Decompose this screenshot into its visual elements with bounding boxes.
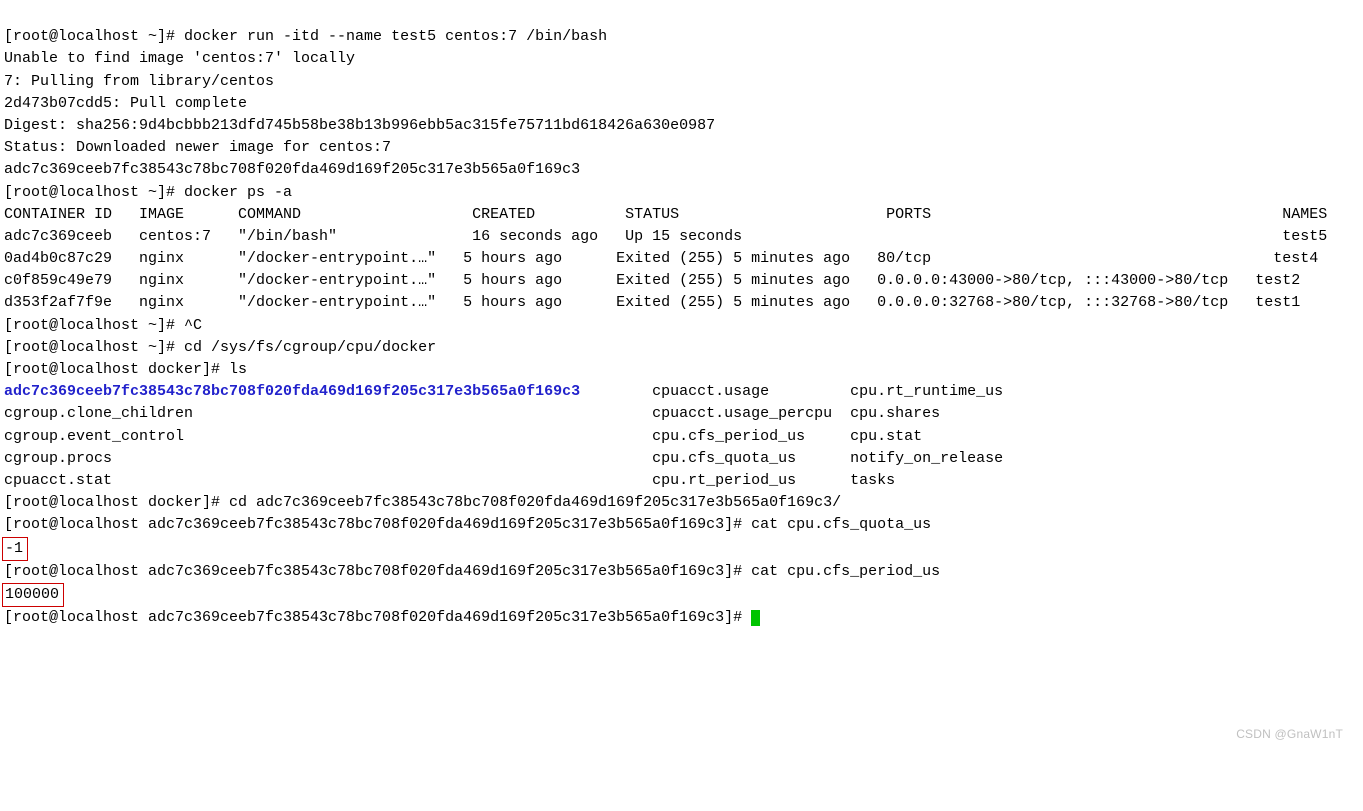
terminal-cursor[interactable] <box>751 610 760 627</box>
directory-entry: adc7c369ceeb7fc38543c78bc708f020fda469d1… <box>4 383 580 400</box>
terminal-output[interactable]: [root@localhost ~]# docker run -itd --na… <box>4 26 1359 629</box>
highlighted-value-period: 100000 <box>2 583 64 607</box>
highlighted-value-quota: -1 <box>2 537 28 561</box>
watermark: CSDN @GnaW1nT <box>1236 726 1343 744</box>
